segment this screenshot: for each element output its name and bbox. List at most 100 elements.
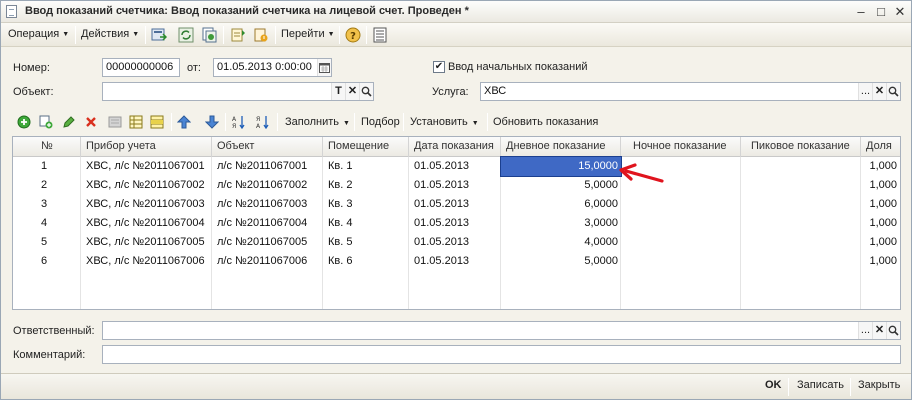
column-header-share[interactable]: Доля	[861, 137, 900, 157]
cell-peak-reading[interactable]	[741, 195, 861, 214]
column-header-device[interactable]: Прибор учета	[81, 137, 212, 157]
cell-peak-reading[interactable]	[741, 214, 861, 233]
clear-icon[interactable]: ✕	[345, 83, 359, 100]
sort-desc-icon[interactable]: ЯA	[256, 115, 270, 130]
cell-room[interactable]: Кв. 5	[323, 233, 409, 252]
column-header-date[interactable]: Дата показания	[409, 137, 501, 157]
cell-number[interactable]: 4	[13, 214, 81, 233]
column-header-object[interactable]: Объект	[212, 137, 323, 157]
cell-object[interactable]: л/с №2011067006	[212, 252, 323, 271]
table-row[interactable]: 3 ХВС, л/с №2011067003 л/с №2011067003 Кв. …	[13, 195, 900, 214]
cell-number[interactable]: 2	[13, 176, 81, 195]
search-icon[interactable]	[886, 322, 900, 339]
choose-icon[interactable]: ...	[858, 83, 872, 100]
cell-peak-reading[interactable]	[741, 176, 861, 195]
ok-button[interactable]: OK	[765, 379, 782, 391]
search-icon[interactable]	[359, 83, 373, 100]
cell-date[interactable]: 01.05.2013	[409, 214, 501, 233]
cell-peak-reading[interactable]	[741, 233, 861, 252]
selection-button[interactable]: Подбор	[361, 116, 400, 128]
service-field[interactable]: ХВС ... ✕	[480, 82, 901, 101]
cell-peak-reading[interactable]	[741, 157, 861, 176]
move-down-icon[interactable]	[204, 115, 220, 129]
table-row[interactable]: 5 ХВС, л/с №2011067005 л/с №2011067005 Кв. …	[13, 233, 900, 252]
clear-icon[interactable]: ✕	[872, 83, 886, 100]
cell-day-reading[interactable]: 3,0000	[501, 214, 621, 233]
cell-share[interactable]: 1,000	[861, 195, 900, 214]
move-up-icon[interactable]	[176, 115, 192, 129]
copy-row-icon[interactable]	[39, 115, 53, 129]
cell-device[interactable]: ХВС, л/с №2011067003	[81, 195, 212, 214]
refresh-icon[interactable]	[178, 27, 194, 43]
cell-day-reading[interactable]: 4,0000	[501, 233, 621, 252]
column-header-room[interactable]: Помещение	[323, 137, 409, 157]
cell-object[interactable]: л/с №2011067005	[212, 233, 323, 252]
cell-share[interactable]: 1,000	[861, 157, 900, 176]
search-icon[interactable]	[886, 83, 900, 100]
cell-room[interactable]: Кв. 4	[323, 214, 409, 233]
edit-row-icon[interactable]	[62, 115, 76, 129]
minimize-button[interactable]: –	[853, 4, 869, 20]
save-button[interactable]: Записать	[797, 379, 844, 391]
cell-peak-reading[interactable]	[741, 252, 861, 271]
cell-share[interactable]: 1,000	[861, 176, 900, 195]
cell-night-reading[interactable]	[621, 195, 741, 214]
cell-object[interactable]: л/с №2011067003	[212, 195, 323, 214]
maximize-button[interactable]: □	[873, 4, 889, 20]
cell-object[interactable]: л/с №2011067001	[212, 157, 323, 176]
post-and-close-icon[interactable]	[151, 27, 168, 43]
table-row[interactable]: 2 ХВС, л/с №2011067002 л/с №2011067002 Кв. …	[13, 176, 900, 195]
cell-room[interactable]: Кв. 6	[323, 252, 409, 271]
column-header-number[interactable]: №	[13, 137, 81, 157]
column-header-day-reading[interactable]: Дневное показание	[501, 137, 621, 157]
number-field[interactable]: 00000000006	[102, 58, 180, 77]
cell-night-reading[interactable]	[621, 252, 741, 271]
cell-device[interactable]: ХВС, л/с №2011067002	[81, 176, 212, 195]
cell-device[interactable]: ХВС, л/с №2011067005	[81, 233, 212, 252]
cell-day-reading[interactable]: 6,0000	[501, 195, 621, 214]
operation-menu[interactable]: Операция ▼	[8, 27, 69, 43]
cell-room[interactable]: Кв. 2	[323, 176, 409, 195]
table-row[interactable]: 1 ХВС, л/с №2011067001 л/с №2011067001 Кв. …	[13, 156, 900, 177]
structure-icon[interactable]	[253, 27, 269, 43]
cell-device[interactable]: ХВС, л/с №2011067006	[81, 252, 212, 271]
cell-room[interactable]: Кв. 3	[323, 195, 409, 214]
sort-asc-icon[interactable]: AЯ	[232, 115, 246, 130]
column-header-night-reading[interactable]: Ночное показание	[621, 137, 741, 157]
calendar-icon[interactable]	[317, 59, 331, 76]
cell-number[interactable]: 3	[13, 195, 81, 214]
cell-device[interactable]: ХВС, л/с №2011067001	[81, 157, 212, 176]
cell-share[interactable]: 1,000	[861, 233, 900, 252]
cell-date[interactable]: 01.05.2013	[409, 157, 501, 176]
cell-room[interactable]: Кв. 1	[323, 157, 409, 176]
close-form-button[interactable]: Закрыть	[858, 379, 900, 391]
text-edit-icon[interactable]: T	[331, 83, 345, 100]
cell-object[interactable]: л/с №2011067002	[212, 176, 323, 195]
cell-number[interactable]: 1	[13, 157, 81, 176]
cell-date[interactable]: 01.05.2013	[409, 176, 501, 195]
cell-share[interactable]: 1,000	[861, 252, 900, 271]
grid-insert-icon[interactable]	[129, 115, 143, 129]
table-row[interactable]: 4 ХВС, л/с №2011067004 л/с №2011067004 Кв. …	[13, 214, 900, 233]
cell-day-reading[interactable]: 15,0000	[500, 156, 622, 177]
grid-fill-icon[interactable]	[150, 115, 164, 129]
fill-menu[interactable]: Заполнить ▼	[285, 116, 350, 128]
date-field[interactable]: 01.05.2013 0:00:00	[213, 58, 332, 77]
cell-date[interactable]: 01.05.2013	[409, 233, 501, 252]
cell-night-reading[interactable]	[621, 214, 741, 233]
update-readings-button[interactable]: Обновить показания	[493, 116, 598, 128]
cell-day-reading[interactable]: 5,0000	[501, 252, 621, 271]
help-icon[interactable]: ?	[345, 27, 361, 43]
close-button[interactable]: ✕	[892, 4, 908, 20]
cell-share[interactable]: 1,000	[861, 214, 900, 233]
readings-table[interactable]: № Прибор учета Объект Помещение Дата пок…	[12, 136, 901, 310]
add-row-icon[interactable]	[17, 115, 31, 129]
cell-night-reading[interactable]	[621, 233, 741, 252]
table-row[interactable]: 6 ХВС, л/с №2011067006 л/с №2011067006 Кв. …	[13, 252, 900, 271]
actions-menu[interactable]: Действия ▼	[81, 27, 139, 43]
cell-day-reading[interactable]: 5,0000	[501, 176, 621, 195]
responsible-field[interactable]: ... ✕	[102, 321, 901, 340]
initial-readings-checkbox[interactable]: ✔	[433, 61, 445, 73]
end-edit-icon[interactable]	[108, 115, 122, 129]
delete-row-icon[interactable]	[84, 115, 98, 129]
